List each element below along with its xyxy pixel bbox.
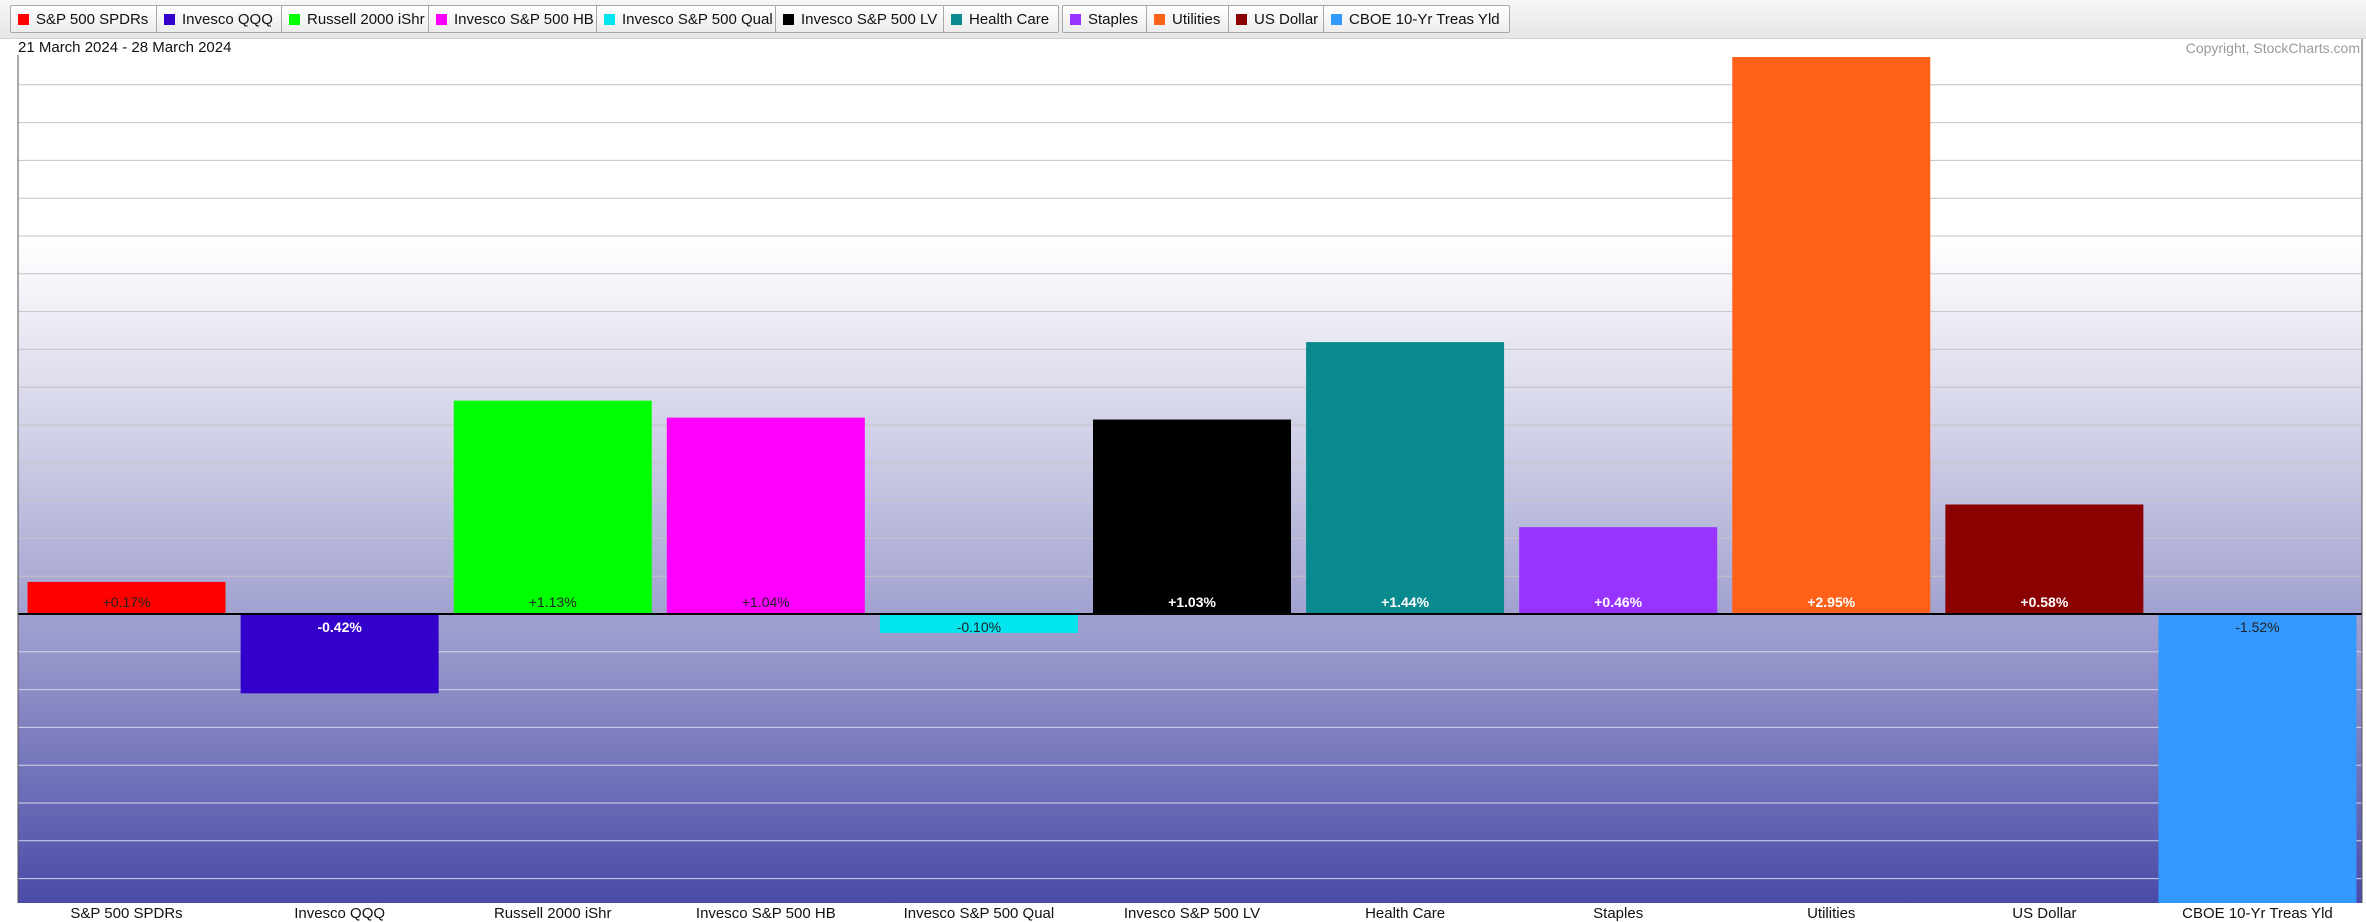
category-label: Invesco S&P 500 HB <box>696 905 836 922</box>
legend-bar: S&P 500 SPDRs Invesco QQQ Russell 2000 iSh… <box>0 0 2366 39</box>
data-label: +2.95% <box>1807 594 1855 610</box>
data-label: -0.10% <box>957 619 1001 635</box>
legend-swatch <box>164 13 175 25</box>
legend-swatch <box>604 13 615 25</box>
legend-label: Invesco QQQ <box>182 10 273 28</box>
data-label: -0.42% <box>317 619 362 635</box>
copyright-text: Copyright, StockCharts.com <box>2185 40 2360 56</box>
legend-label: Invesco S&P 500 Qual <box>622 10 773 28</box>
legend-item[interactable]: Utilities <box>1146 5 1231 33</box>
legend-swatch <box>289 13 300 25</box>
legend-item[interactable]: US Dollar <box>1228 5 1329 33</box>
legend-label: Health Care <box>969 10 1050 28</box>
legend-item[interactable]: CBOE 10-Yr Treas Yld <box>1323 5 1510 33</box>
bar <box>453 400 652 614</box>
category-label: US Dollar <box>2012 905 2076 922</box>
legend-label: S&P 500 SPDRs <box>36 10 149 28</box>
legend-swatch <box>1070 13 1081 25</box>
legend-swatch <box>1154 13 1165 25</box>
data-label: +0.58% <box>2020 594 2068 610</box>
data-label: +0.17% <box>103 594 151 610</box>
legend-label: Russell 2000 iShr <box>307 10 425 28</box>
legend-label: CBOE 10-Yr Treas Yld <box>1349 10 1500 28</box>
category-label: Invesco S&P 500 Qual <box>904 905 1055 922</box>
data-label: +1.04% <box>742 594 790 610</box>
category-label: Health Care <box>1365 905 1445 922</box>
legend-item[interactable]: Invesco S&P 500 LV <box>775 5 948 33</box>
category-label: CBOE 10-Yr Treas Yld <box>2182 905 2333 922</box>
legend-label: Invesco S&P 500 HB <box>454 10 594 28</box>
legend-item[interactable]: Health Care <box>943 5 1060 33</box>
legend-item[interactable]: S&P 500 SPDRs <box>10 5 159 33</box>
data-label: +1.13% <box>529 594 577 610</box>
bar <box>1093 419 1291 614</box>
data-label: +1.44% <box>1381 594 1429 610</box>
legend-item[interactable]: Staples <box>1062 5 1149 33</box>
bar <box>666 417 865 614</box>
category-label: Invesco S&P 500 LV <box>1124 905 1260 922</box>
data-label: -1.52% <box>2235 619 2279 635</box>
legend-item[interactable]: Russell 2000 iShr <box>281 5 435 33</box>
legend-item[interactable]: Invesco QQQ <box>156 5 283 33</box>
legend-swatch <box>18 13 29 25</box>
bar <box>1732 57 1931 614</box>
legend-label: US Dollar <box>1254 10 1319 28</box>
data-label: +1.03% <box>1168 594 1216 610</box>
performance-bar-chart: +0.17% -0.42% +1.13% +1.04% -0.10% +1.03% +1.4… <box>17 10 2363 922</box>
legend-swatch <box>1236 13 1247 25</box>
legend-swatch <box>951 13 962 25</box>
bar <box>1306 342 1505 614</box>
category-label: Staples <box>1593 905 1643 922</box>
legend-item[interactable]: Invesco S&P 500 HB <box>428 5 604 33</box>
category-label: Russell 2000 iShr <box>494 905 612 922</box>
legend-label: Staples <box>1088 10 1139 28</box>
legend-label: Invesco S&P 500 LV <box>801 10 938 28</box>
bar <box>2158 614 2357 903</box>
legend-swatch <box>436 13 447 25</box>
legend-label: Utilities <box>1172 10 1221 28</box>
legend-swatch <box>783 13 794 25</box>
category-label: Invesco QQQ <box>294 905 385 922</box>
category-label: S&P 500 SPDRs <box>70 905 182 922</box>
legend-item[interactable]: Invesco S&P 500 Qual <box>596 5 783 33</box>
legend-swatch <box>1331 13 1342 25</box>
category-labels: S&P 500 SPDRs Invesco QQQ Russell 2000 iSh… <box>70 905 2332 922</box>
category-label: Utilities <box>1807 905 1855 922</box>
data-label: +0.46% <box>1594 594 1642 610</box>
date-range: 21 March 2024 - 28 March 2024 <box>18 39 232 56</box>
